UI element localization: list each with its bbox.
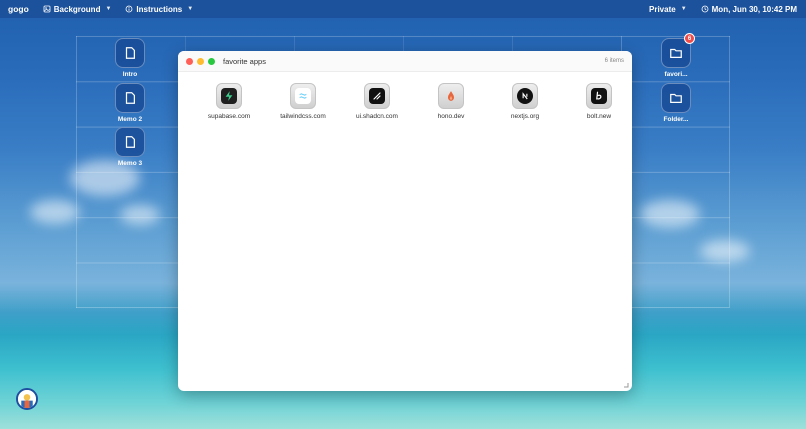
clock-datetime: Mon, Jun 30, 10:42 PM — [711, 4, 797, 14]
privacy-menu-label: Private — [649, 4, 676, 14]
app-label: ui.shadcn.com — [356, 113, 398, 120]
minimize-button[interactable] — [197, 57, 204, 65]
user-avatar[interactable] — [16, 388, 38, 410]
image-icon — [43, 5, 51, 13]
cloud — [30, 200, 80, 224]
app-tailwindcss[interactable]: tailwindcss.com — [266, 83, 340, 120]
brand-logo[interactable]: gogo — [8, 4, 29, 14]
notification-badge: 6 — [684, 33, 695, 44]
close-button[interactable] — [186, 57, 193, 65]
desktop-icon-label: Intro — [122, 71, 138, 78]
clock-icon — [701, 5, 709, 13]
app-bolt[interactable]: bolt.new — [562, 83, 632, 120]
folder-icon — [670, 93, 682, 103]
avatar-image-icon — [18, 390, 36, 408]
app-hono[interactable]: hono.dev — [414, 83, 488, 120]
background-menu-label: Background — [53, 4, 101, 14]
desktop-icon-intro[interactable]: Intro — [102, 38, 158, 78]
privacy-menu[interactable]: Private ▼ — [649, 5, 687, 14]
app-label: bolt.new — [586, 113, 612, 120]
resize-handle-icon[interactable] — [623, 382, 629, 388]
window-titlebar[interactable]: favorite apps 6 items — [178, 51, 632, 72]
clock[interactable]: Mon, Jun 30, 10:42 PM — [701, 5, 797, 14]
info-icon — [126, 5, 133, 13]
maximize-button[interactable] — [208, 57, 215, 65]
desktop-icon-memo-3[interactable]: Memo 3 — [102, 127, 158, 167]
shadcn-icon — [373, 92, 381, 100]
window-title: favorite apps — [223, 56, 266, 66]
folder-icon — [670, 48, 682, 58]
app-label: nextjs.org — [510, 113, 540, 120]
app-label: supabase.com — [207, 113, 251, 120]
desktop-icon-label: Memo 3 — [117, 160, 143, 167]
menu-bar: gogo Background ▼ Instructions ▼ Private… — [0, 0, 806, 18]
desktop-icon-memo-2[interactable]: Memo 2 — [102, 83, 158, 123]
app-label: hono.dev — [437, 113, 465, 120]
desktop-icon-favorites-folder[interactable]: 6 favori... — [648, 33, 704, 78]
document-icon — [125, 92, 135, 104]
bolt-icon — [596, 91, 602, 100]
desktop-icon-label: favori... — [664, 71, 688, 78]
app-supabase[interactable]: supabase.com — [192, 83, 266, 120]
app-grid: supabase.com tailwindcss.com ui.shadcn.c… — [192, 83, 632, 120]
chevron-down-icon: ▼ — [187, 6, 194, 12]
nextjs-icon — [522, 92, 528, 100]
supabase-icon — [225, 91, 233, 101]
background-menu[interactable]: Background ▼ — [43, 4, 112, 14]
chevron-down-icon: ▼ — [105, 6, 112, 12]
document-icon — [125, 47, 135, 59]
hono-icon — [448, 91, 454, 101]
app-shadcn[interactable]: ui.shadcn.com — [340, 83, 414, 120]
favorite-apps-window: favorite apps 6 items supabase.com tailw… — [178, 51, 632, 391]
desktop-icon-label: Memo 2 — [117, 116, 143, 123]
app-nextjs[interactable]: nextjs.org — [488, 83, 562, 120]
instructions-menu-label: Instructions — [136, 4, 183, 14]
document-icon — [125, 136, 135, 148]
tailwind-icon — [299, 93, 307, 99]
item-count: 6 items — [604, 58, 624, 64]
app-label: tailwindcss.com — [280, 113, 326, 120]
desktop-icon-label: Folder... — [663, 116, 689, 123]
instructions-menu[interactable]: Instructions ▼ — [125, 5, 193, 14]
chevron-down-icon: ▼ — [680, 6, 687, 12]
desktop-icon-folder[interactable]: Folder... — [648, 83, 704, 123]
